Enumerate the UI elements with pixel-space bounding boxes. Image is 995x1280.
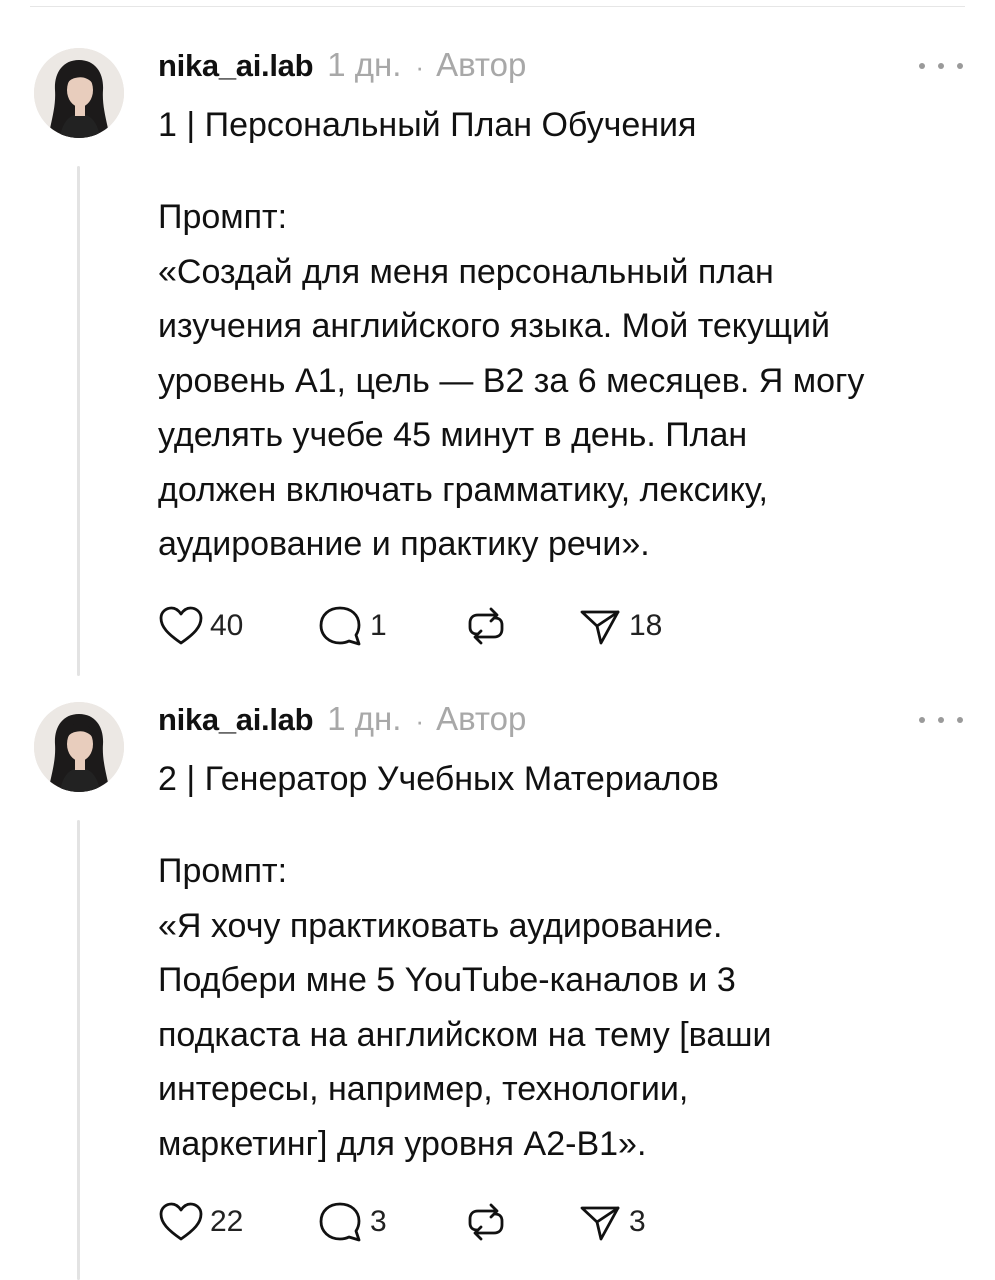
share-button[interactable]: 3 bbox=[577, 1200, 646, 1244]
prompt-label: Промпт: bbox=[158, 852, 288, 890]
author-badge: Автор bbox=[436, 46, 527, 83]
avatar-image bbox=[34, 48, 124, 138]
repost-icon bbox=[468, 1203, 504, 1241]
thread-line bbox=[77, 820, 80, 1280]
comment-icon bbox=[319, 1202, 361, 1242]
share-button[interactable]: 18 bbox=[577, 604, 662, 648]
send-icon bbox=[580, 1206, 620, 1241]
like-count: 40 bbox=[210, 609, 244, 642]
like-button[interactable]: 22 bbox=[158, 1201, 318, 1243]
heart-icon bbox=[159, 606, 203, 645]
post-time[interactable]: 1 дн. bbox=[327, 700, 401, 738]
separator-dot: · bbox=[415, 706, 425, 736]
post-header: nika_ai.lab 1 дн. · Автор bbox=[158, 700, 526, 738]
more-options-button[interactable] bbox=[919, 56, 963, 76]
post-actions: 22 3 3 bbox=[158, 1200, 646, 1244]
reply-count: 3 bbox=[370, 1205, 387, 1238]
separator-dot: · bbox=[415, 52, 425, 82]
thread-line bbox=[77, 166, 80, 676]
reply-button[interactable]: 1 bbox=[318, 604, 463, 648]
share-count: 3 bbox=[629, 1205, 646, 1238]
send-icon bbox=[580, 610, 620, 645]
thread-post: nika_ai.lab 1 дн. · Автор 1 | Персональн… bbox=[0, 44, 995, 676]
repost-button[interactable] bbox=[463, 604, 577, 648]
more-options-button[interactable] bbox=[919, 710, 963, 730]
post-title: 1 | Персональный План Обучения bbox=[158, 106, 697, 144]
comment-icon bbox=[319, 606, 361, 646]
top-divider bbox=[30, 6, 965, 7]
post-body: Промпт: «Создай для меня персональный пл… bbox=[158, 190, 958, 572]
avatar[interactable] bbox=[34, 702, 124, 792]
reply-count: 1 bbox=[370, 609, 387, 642]
post-body: Промпт: «Я хочу практиковать аудирование… bbox=[158, 844, 958, 1171]
heart-icon bbox=[159, 1202, 203, 1241]
more-horizontal-icon bbox=[919, 63, 925, 69]
like-count: 22 bbox=[210, 1205, 244, 1238]
more-horizontal-icon bbox=[919, 717, 925, 723]
repost-button[interactable] bbox=[463, 1200, 577, 1244]
username[interactable]: nika_ai.lab bbox=[158, 702, 314, 738]
prompt-text: «Я хочу практиковать аудирование. Подбер… bbox=[158, 906, 772, 1163]
author-badge: Автор bbox=[436, 700, 527, 737]
prompt-label: Промпт: bbox=[158, 198, 288, 236]
avatar[interactable] bbox=[34, 48, 124, 138]
post-header: nika_ai.lab 1 дн. · Автор bbox=[158, 46, 526, 84]
thread-post: nika_ai.lab 1 дн. · Автор 2 | Генератор … bbox=[0, 698, 995, 1280]
reply-button[interactable]: 3 bbox=[318, 1200, 463, 1244]
share-count: 18 bbox=[629, 609, 663, 642]
post-title: 2 | Генератор Учебных Материалов bbox=[158, 760, 719, 798]
avatar-image bbox=[34, 702, 124, 792]
like-button[interactable]: 40 bbox=[158, 605, 318, 647]
username[interactable]: nika_ai.lab bbox=[158, 48, 314, 84]
prompt-text: «Создай для меня персональный план изуче… bbox=[158, 252, 865, 564]
repost-icon bbox=[468, 607, 504, 645]
post-actions: 40 1 18 bbox=[158, 604, 662, 648]
post-time[interactable]: 1 дн. bbox=[327, 46, 401, 84]
